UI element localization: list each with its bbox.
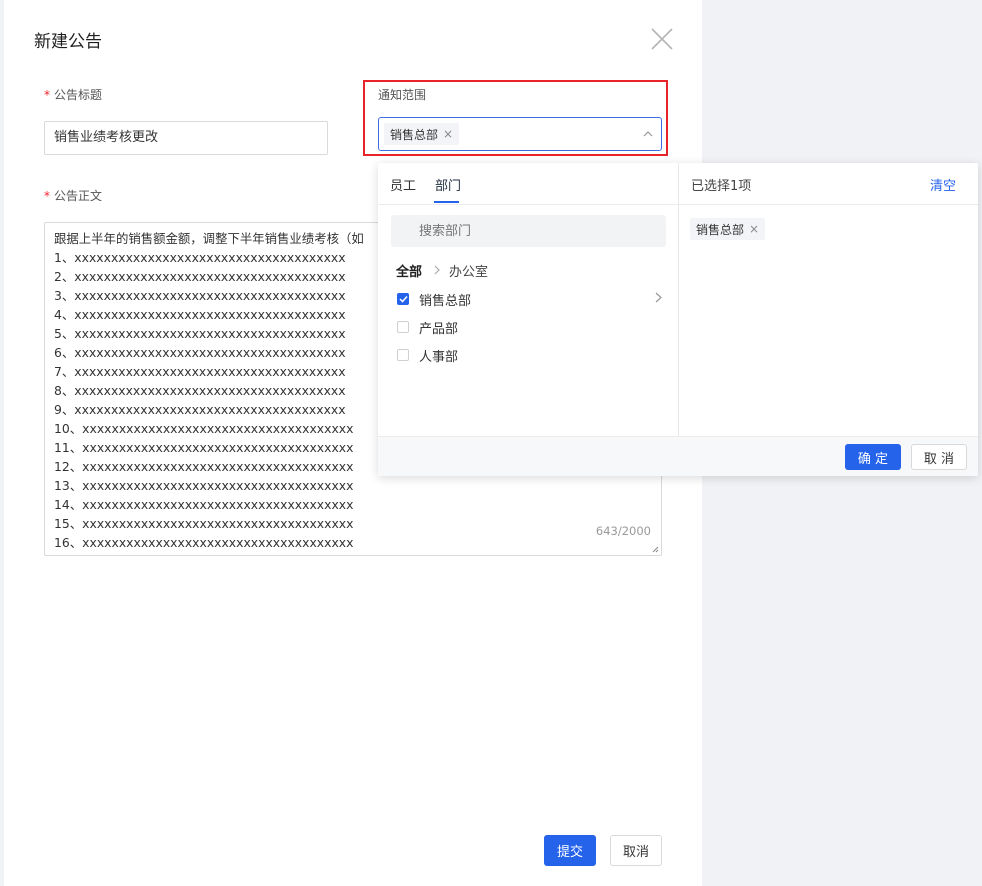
title-input-value: 销售业绩考核更改 — [54, 130, 159, 145]
picker-tabs: 员工 部门 — [378, 163, 678, 205]
department-item[interactable]: 产品部 — [397, 317, 458, 337]
selected-tag: 销售总部 × — [690, 218, 766, 240]
scope-label: 通知范围 — [378, 88, 427, 102]
tab-department[interactable]: 部门 — [435, 175, 461, 194]
required-mark: * — [44, 88, 50, 102]
department-label: 产品部 — [419, 321, 459, 337]
chevron-up-icon[interactable] — [643, 130, 653, 138]
body-label: * 公告正文 — [44, 187, 102, 204]
breadcrumb-all[interactable]: 全部 — [396, 261, 422, 280]
breadcrumb-current: 办公室 — [449, 265, 489, 280]
department-search-input[interactable] — [391, 215, 666, 247]
drawer-title: 新建公告 — [34, 32, 102, 52]
selected-header: 已选择1项 清空 — [678, 163, 978, 205]
chevron-right-icon[interactable] — [655, 292, 662, 303]
department-item[interactable]: 销售总部 — [397, 289, 471, 309]
scope-select[interactable]: 销售总部 × — [378, 117, 662, 151]
body-line: 14、xxxxxxxxxxxxxxxxxxxxxxxxxxxxxxxxxxxxx — [54, 497, 354, 512]
body-line: 13、xxxxxxxxxxxxxxxxxxxxxxxxxxxxxxxxxxxxx — [54, 478, 354, 493]
required-mark: * — [44, 189, 50, 203]
breadcrumb-chevron-icon — [434, 265, 440, 275]
close-icon[interactable] — [650, 27, 674, 51]
clear-button[interactable]: 清空 — [930, 175, 956, 194]
checkbox-unchecked[interactable] — [397, 349, 409, 361]
body-line: 16、xxxxxxxxxxxxxxxxxxxxxxxxxxxxxxxxxxxxx — [54, 535, 354, 550]
scope-tag-label: 销售总部 — [390, 127, 439, 142]
scope-tag-remove-icon[interactable]: × — [443, 127, 453, 141]
title-input[interactable]: 销售业绩考核更改 — [44, 121, 328, 155]
submit-button[interactable]: 提交 — [544, 835, 596, 866]
body-line: 15、xxxxxxxxxxxxxxxxxxxxxxxxxxxxxxxxxxxxx — [54, 516, 354, 531]
resize-handle-icon[interactable] — [651, 545, 659, 553]
picker-left-panel: 员工 部门 全部 办公室 销售总部 产品部 人事部 — [378, 163, 679, 436]
title-label: * 公告标题 — [44, 86, 102, 103]
active-tab-indicator — [434, 201, 459, 203]
checkmark-icon — [398, 295, 408, 303]
selected-tag-remove-icon[interactable]: × — [749, 222, 759, 236]
checkbox-unchecked[interactable] — [397, 321, 409, 333]
cancel-button[interactable]: 取消 — [610, 835, 662, 866]
department-item[interactable]: 人事部 — [397, 345, 458, 365]
title-label-text: 公告标题 — [54, 88, 103, 102]
department-label: 人事部 — [419, 349, 459, 365]
picker-cancel-button[interactable]: 取 消 — [911, 444, 967, 470]
selected-count: 已选择1项 — [691, 179, 752, 194]
department-label: 销售总部 — [419, 293, 472, 309]
confirm-button[interactable]: 确 定 — [845, 444, 901, 470]
checkbox-checked[interactable] — [397, 293, 409, 305]
body-label-text: 公告正文 — [54, 189, 103, 203]
scope-picker-popup: 员工 部门 全部 办公室 销售总部 产品部 人事部 — [378, 163, 978, 476]
scope-tag: 销售总部 × — [384, 123, 460, 145]
char-counter: 643/2000 — [595, 524, 651, 538]
picker-footer: 确 定 取 消 — [378, 436, 978, 476]
tab-employee[interactable]: 员工 — [390, 175, 416, 194]
selected-tag-label: 销售总部 — [696, 222, 745, 237]
picker-right-panel: 已选择1项 清空 销售总部 × — [678, 163, 978, 436]
